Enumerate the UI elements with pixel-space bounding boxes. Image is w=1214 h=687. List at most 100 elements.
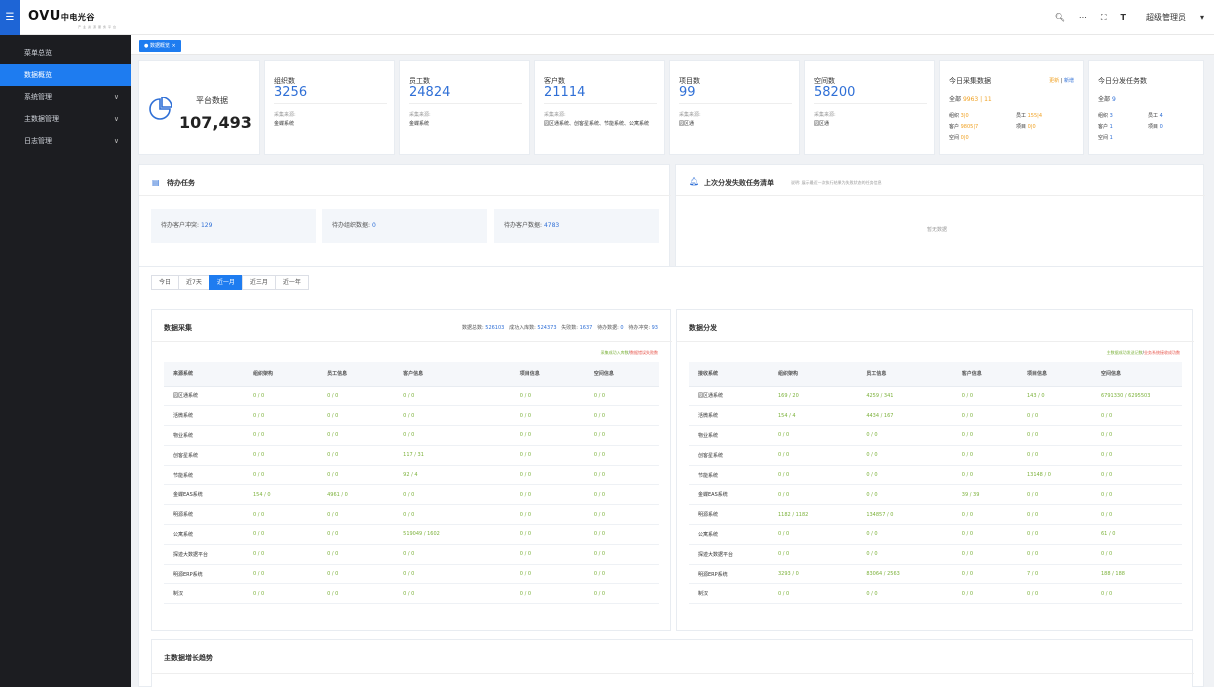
value: 3 bbox=[1109, 113, 1113, 119]
value-cell: 117 / 31 bbox=[394, 445, 511, 466]
period-selector: 今日 近7天 近一月 近三月 近一年 bbox=[151, 275, 309, 290]
stat-card-space: 空间数 58200 采集来源: 园区通 bbox=[804, 60, 935, 155]
trend-title: 主数据增长趋势 bbox=[164, 654, 213, 662]
label: 客户 bbox=[1098, 124, 1109, 130]
table-row: 金蝶EAS系统 154 / 0 4961 / 00 / 00 / 00 / 0 bbox=[164, 484, 659, 506]
period-3m[interactable]: 近三月 bbox=[241, 275, 276, 290]
table-row: 明源ERP系统 0 / 00 / 00 / 00 / 00 / 0 bbox=[164, 564, 659, 585]
value: 1 bbox=[1109, 135, 1113, 141]
dist-all: 全部 9 bbox=[1098, 94, 1116, 103]
platform-value: 107,493 bbox=[179, 113, 252, 132]
value-cell: 0 / 0 bbox=[318, 425, 395, 446]
value-cell: 0 / 0 bbox=[1017, 445, 1092, 466]
value-cell: 0 / 0 bbox=[952, 405, 1018, 427]
system-name-cell: 制汉 bbox=[689, 583, 769, 605]
value-cell: 0 / 0 bbox=[952, 425, 1018, 446]
value-cell: 0 / 0 bbox=[769, 524, 858, 545]
value-cell: 0 / 0 bbox=[769, 544, 858, 565]
stat-src: 园区通 bbox=[814, 121, 830, 127]
label: 待办客户冲突: bbox=[161, 222, 200, 229]
divider bbox=[814, 103, 927, 104]
value-cell: 92 / 4 bbox=[394, 465, 511, 486]
tab-bar: ● 数据概览 × bbox=[131, 35, 1214, 55]
logo-text: OVU bbox=[28, 9, 61, 24]
font-size-icon[interactable]: T bbox=[1121, 13, 1126, 22]
collect-legend: 采集成功入库数/数据错误失败数 bbox=[601, 350, 658, 356]
sidebar-item-menu-overview[interactable]: 菜单总览 bbox=[0, 42, 131, 64]
dist-cust: 客户 1 bbox=[1098, 123, 1113, 130]
system-name-cell: 明源系统 bbox=[689, 504, 769, 526]
value-cell: 4259 / 341 bbox=[857, 386, 953, 407]
bell-icon: 🔔︎ bbox=[689, 177, 700, 186]
collect-legend: 更新 | 新增 bbox=[1049, 77, 1074, 84]
value-cell: 3293 / 0 bbox=[769, 564, 858, 585]
todo-item-customer-data[interactable]: 待办客户数据: 4783 bbox=[494, 209, 659, 243]
stat-src-label: 采集来源: bbox=[544, 112, 566, 118]
chevron-down-icon[interactable]: ▾ bbox=[1200, 13, 1204, 22]
value-cell: 0 / 0 bbox=[318, 544, 395, 565]
collect-title: 数据采集 bbox=[164, 324, 192, 332]
value-update: 9805 bbox=[960, 124, 974, 130]
hamburger-menu-icon[interactable]: ☰ bbox=[0, 0, 20, 35]
table-row: 探迹大数据平台 0 / 00 / 00 / 00 / 00 / 0 bbox=[164, 544, 659, 565]
value-cell: 0 / 0 bbox=[952, 445, 1018, 466]
value-cell: 0 / 0 bbox=[510, 484, 585, 506]
dist-emp: 员工 4 bbox=[1148, 112, 1163, 119]
value-cell: 0 / 0 bbox=[318, 524, 395, 545]
sidebar-item-label: 菜单总览 bbox=[24, 49, 52, 57]
fullscreen-icon[interactable]: ⛶ bbox=[1101, 13, 1107, 23]
value-cell: 6791330 / 6295503 bbox=[1092, 386, 1182, 407]
stat-value: 24824 bbox=[409, 85, 451, 100]
period-7d[interactable]: 近7天 bbox=[178, 275, 210, 290]
stats-section: 今日 近7天 近一月 近三月 近一年 数据采集 数据总数: 526103 成功入… bbox=[138, 266, 1204, 687]
value-cell: 0 / 0 bbox=[857, 425, 953, 446]
value-cell: 0 / 0 bbox=[952, 524, 1018, 545]
today-collect-card: 今日采集数据 更新 | 新增 全部 9963 | 11 组织 3|0 员工 15… bbox=[939, 60, 1084, 155]
value: 4 bbox=[1159, 113, 1163, 119]
collect-org: 组织 3|0 bbox=[949, 113, 969, 119]
value-cell: 0 / 0 bbox=[244, 445, 319, 466]
value-cell: 0 / 0 bbox=[769, 484, 858, 506]
label: 待办客户数据: bbox=[504, 222, 543, 229]
platform-card: 平台数据 107,493 bbox=[138, 60, 260, 155]
legend-sep: | bbox=[1060, 78, 1063, 84]
list-icon: ▤ bbox=[152, 178, 160, 187]
stat-src-label: 采集来源: bbox=[814, 112, 836, 118]
sidebar: 菜单总览 数据概览 系统管理 ∨ 主数据管理 ∨ 日志管理 ∨ bbox=[0, 35, 131, 687]
platform-label: 平台数据 bbox=[196, 96, 228, 105]
value-cell: 143 / 0 bbox=[1017, 386, 1092, 407]
period-1m[interactable]: 近一月 bbox=[208, 275, 243, 290]
system-name-cell: 制汉 bbox=[164, 583, 244, 605]
stat-src-label: 采集来源: bbox=[274, 112, 296, 118]
value-cell: 169 / 20 bbox=[769, 386, 858, 407]
table-row: 明源系统 1182 / 1182 134857 / 00 / 00 / 00 / 0 bbox=[689, 504, 1182, 526]
label: 空间 bbox=[1098, 135, 1109, 141]
logo: OVU中电光谷 bbox=[28, 9, 95, 24]
value-cell: 519049 / 1602 bbox=[394, 524, 511, 545]
value-cell: 134857 / 0 bbox=[857, 504, 953, 526]
system-name-cell: 金蝶EAS系统 bbox=[689, 484, 769, 506]
todo-item-org-data[interactable]: 待办组织数据: 0 bbox=[322, 209, 487, 243]
search-icon[interactable]: 🔍︎ bbox=[1055, 13, 1065, 22]
table-row: 创客星系统 0 / 00 / 00 / 00 / 00 / 0 bbox=[689, 445, 1182, 466]
period-today[interactable]: 今日 bbox=[151, 275, 180, 290]
more-icon[interactable]: ⋯ bbox=[1079, 13, 1087, 22]
value-cell: 0 / 0 bbox=[394, 564, 511, 585]
value-add: 11 bbox=[984, 96, 992, 103]
sidebar-item-logs[interactable]: 日志管理 ∨ bbox=[0, 130, 131, 152]
sidebar-item-data-overview[interactable]: 数据概览 bbox=[0, 64, 131, 86]
column-header: 空间信息 bbox=[584, 362, 659, 387]
period-1y[interactable]: 近一年 bbox=[274, 275, 309, 290]
user-name[interactable]: 超级管理员 bbox=[1146, 12, 1186, 23]
column-header: 来源系统 bbox=[164, 362, 244, 387]
tab-data-overview[interactable]: ● 数据概览 × bbox=[139, 40, 181, 52]
sidebar-item-system[interactable]: 系统管理 ∨ bbox=[0, 86, 131, 108]
stat-src: 金蝶系统 bbox=[409, 121, 430, 127]
value-cell: 39 / 39 bbox=[952, 484, 1018, 506]
todo-item-customer-conflict[interactable]: 待办客户冲突: 129 bbox=[151, 209, 316, 243]
value-cell: 0 / 0 bbox=[510, 405, 585, 427]
value-add: 7 bbox=[975, 124, 979, 130]
system-name-cell: 节能系统 bbox=[689, 465, 769, 486]
sidebar-item-master-data[interactable]: 主数据管理 ∨ bbox=[0, 108, 131, 130]
label: 项目 bbox=[1148, 124, 1159, 130]
